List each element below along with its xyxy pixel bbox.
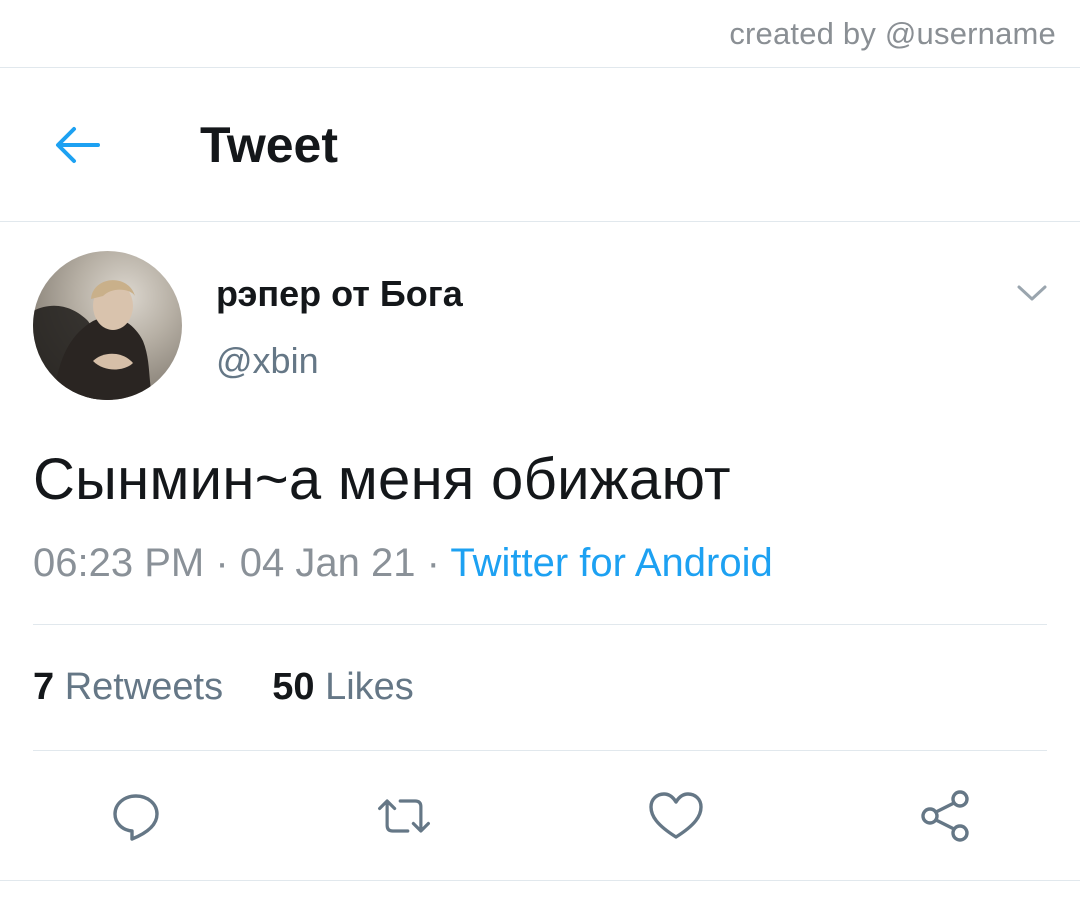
reply-icon (113, 794, 159, 841)
arrow-left-icon (56, 127, 100, 163)
reply-button[interactable] (106, 786, 166, 846)
share-button[interactable] (915, 786, 975, 846)
tweet-source-link[interactable]: Twitter for Android (450, 541, 772, 585)
retweets-label: Retweets (64, 666, 224, 708)
header: Tweet (0, 68, 1080, 222)
divider (33, 750, 1047, 751)
retweets-stat[interactable]: 7 Retweets (33, 666, 223, 708)
avatar-photo (33, 280, 153, 400)
display-name[interactable]: рэпер от Бога (216, 273, 463, 315)
likes-label: Likes (325, 666, 414, 708)
likes-stat[interactable]: 50 Likes (272, 666, 414, 708)
tweet-meta: 06:23 PM · 04 Jan 21 · Twitter for Andro… (33, 541, 773, 586)
back-button[interactable] (50, 120, 104, 170)
divider (0, 880, 1080, 881)
credit-bar: created by @username (0, 0, 1080, 68)
retweet-button[interactable] (374, 786, 434, 846)
tweet-text: Сынмин~а меня обижают (33, 447, 731, 512)
action-bar (0, 776, 1080, 856)
meta-separator: · (426, 541, 440, 585)
share-icon (921, 790, 969, 842)
tweet-date: 04 Jan 21 (239, 541, 416, 585)
avatar[interactable] (33, 251, 182, 400)
tweet-time: 06:23 PM (33, 541, 205, 585)
user-handle[interactable]: @xbin (216, 340, 319, 382)
meta-separator: · (215, 541, 229, 585)
likes-count: 50 (272, 666, 315, 708)
like-button[interactable] (646, 786, 706, 846)
retweets-count: 7 (33, 666, 55, 708)
retweet-icon (378, 799, 430, 833)
credit-text: created by @username (729, 16, 1056, 51)
like-icon (649, 792, 703, 839)
divider (33, 624, 1047, 625)
tweet-stats: 7 Retweets 50 Likes (33, 666, 414, 709)
chevron-down-icon (1017, 285, 1047, 301)
page-title: Tweet (200, 117, 338, 173)
more-options-button[interactable] (1012, 276, 1052, 310)
